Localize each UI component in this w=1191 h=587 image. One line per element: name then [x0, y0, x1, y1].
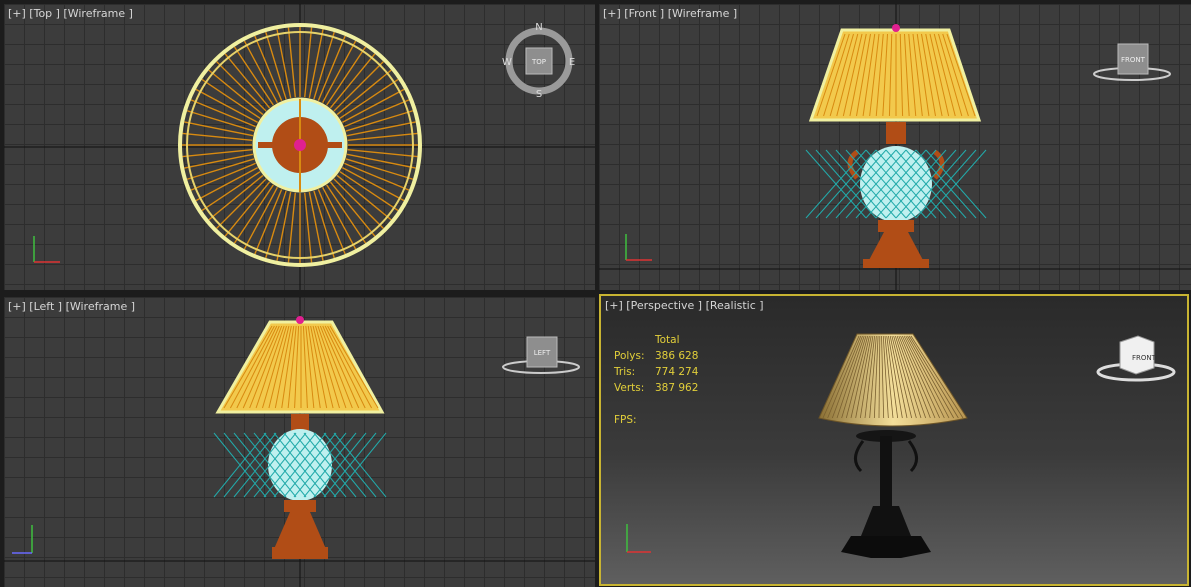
axis-gizmo-icon [12, 525, 33, 554]
svg-text:FRONT: FRONT [1132, 354, 1157, 362]
axis-gizmo-icon [33, 236, 60, 263]
axis-gizmo-icon [626, 524, 651, 553]
viewport-front[interactable]: [+] [Front ] [Wireframe ] FRONT [599, 4, 1191, 290]
svg-text:LEFT: LEFT [534, 349, 551, 357]
svg-text:S: S [536, 89, 542, 99]
viewport-top[interactable]: [+] [Top ] [Wireframe ] N S W E TOP [4, 4, 595, 290]
compass-icon[interactable]: N S W E TOP [501, 21, 577, 99]
viewcube-icon[interactable]: FRONT [1094, 332, 1184, 388]
svg-text:E: E [569, 57, 575, 68]
svg-text:N: N [535, 22, 542, 33]
axis-gizmo-icon [625, 234, 652, 261]
viewport-perspective[interactable]: [+] [Perspective ] [Realistic ] Total Po… [599, 294, 1189, 586]
viewcube-icon: TOP [531, 58, 546, 66]
viewport-left[interactable]: [+] [Left ] [Wireframe ] LEFT [4, 297, 595, 587]
viewcube-icon[interactable]: FRONT [1089, 40, 1175, 84]
svg-text:FRONT: FRONT [1121, 56, 1146, 64]
viewcube-icon[interactable]: LEFT [498, 333, 584, 377]
svg-text:W: W [502, 57, 512, 68]
